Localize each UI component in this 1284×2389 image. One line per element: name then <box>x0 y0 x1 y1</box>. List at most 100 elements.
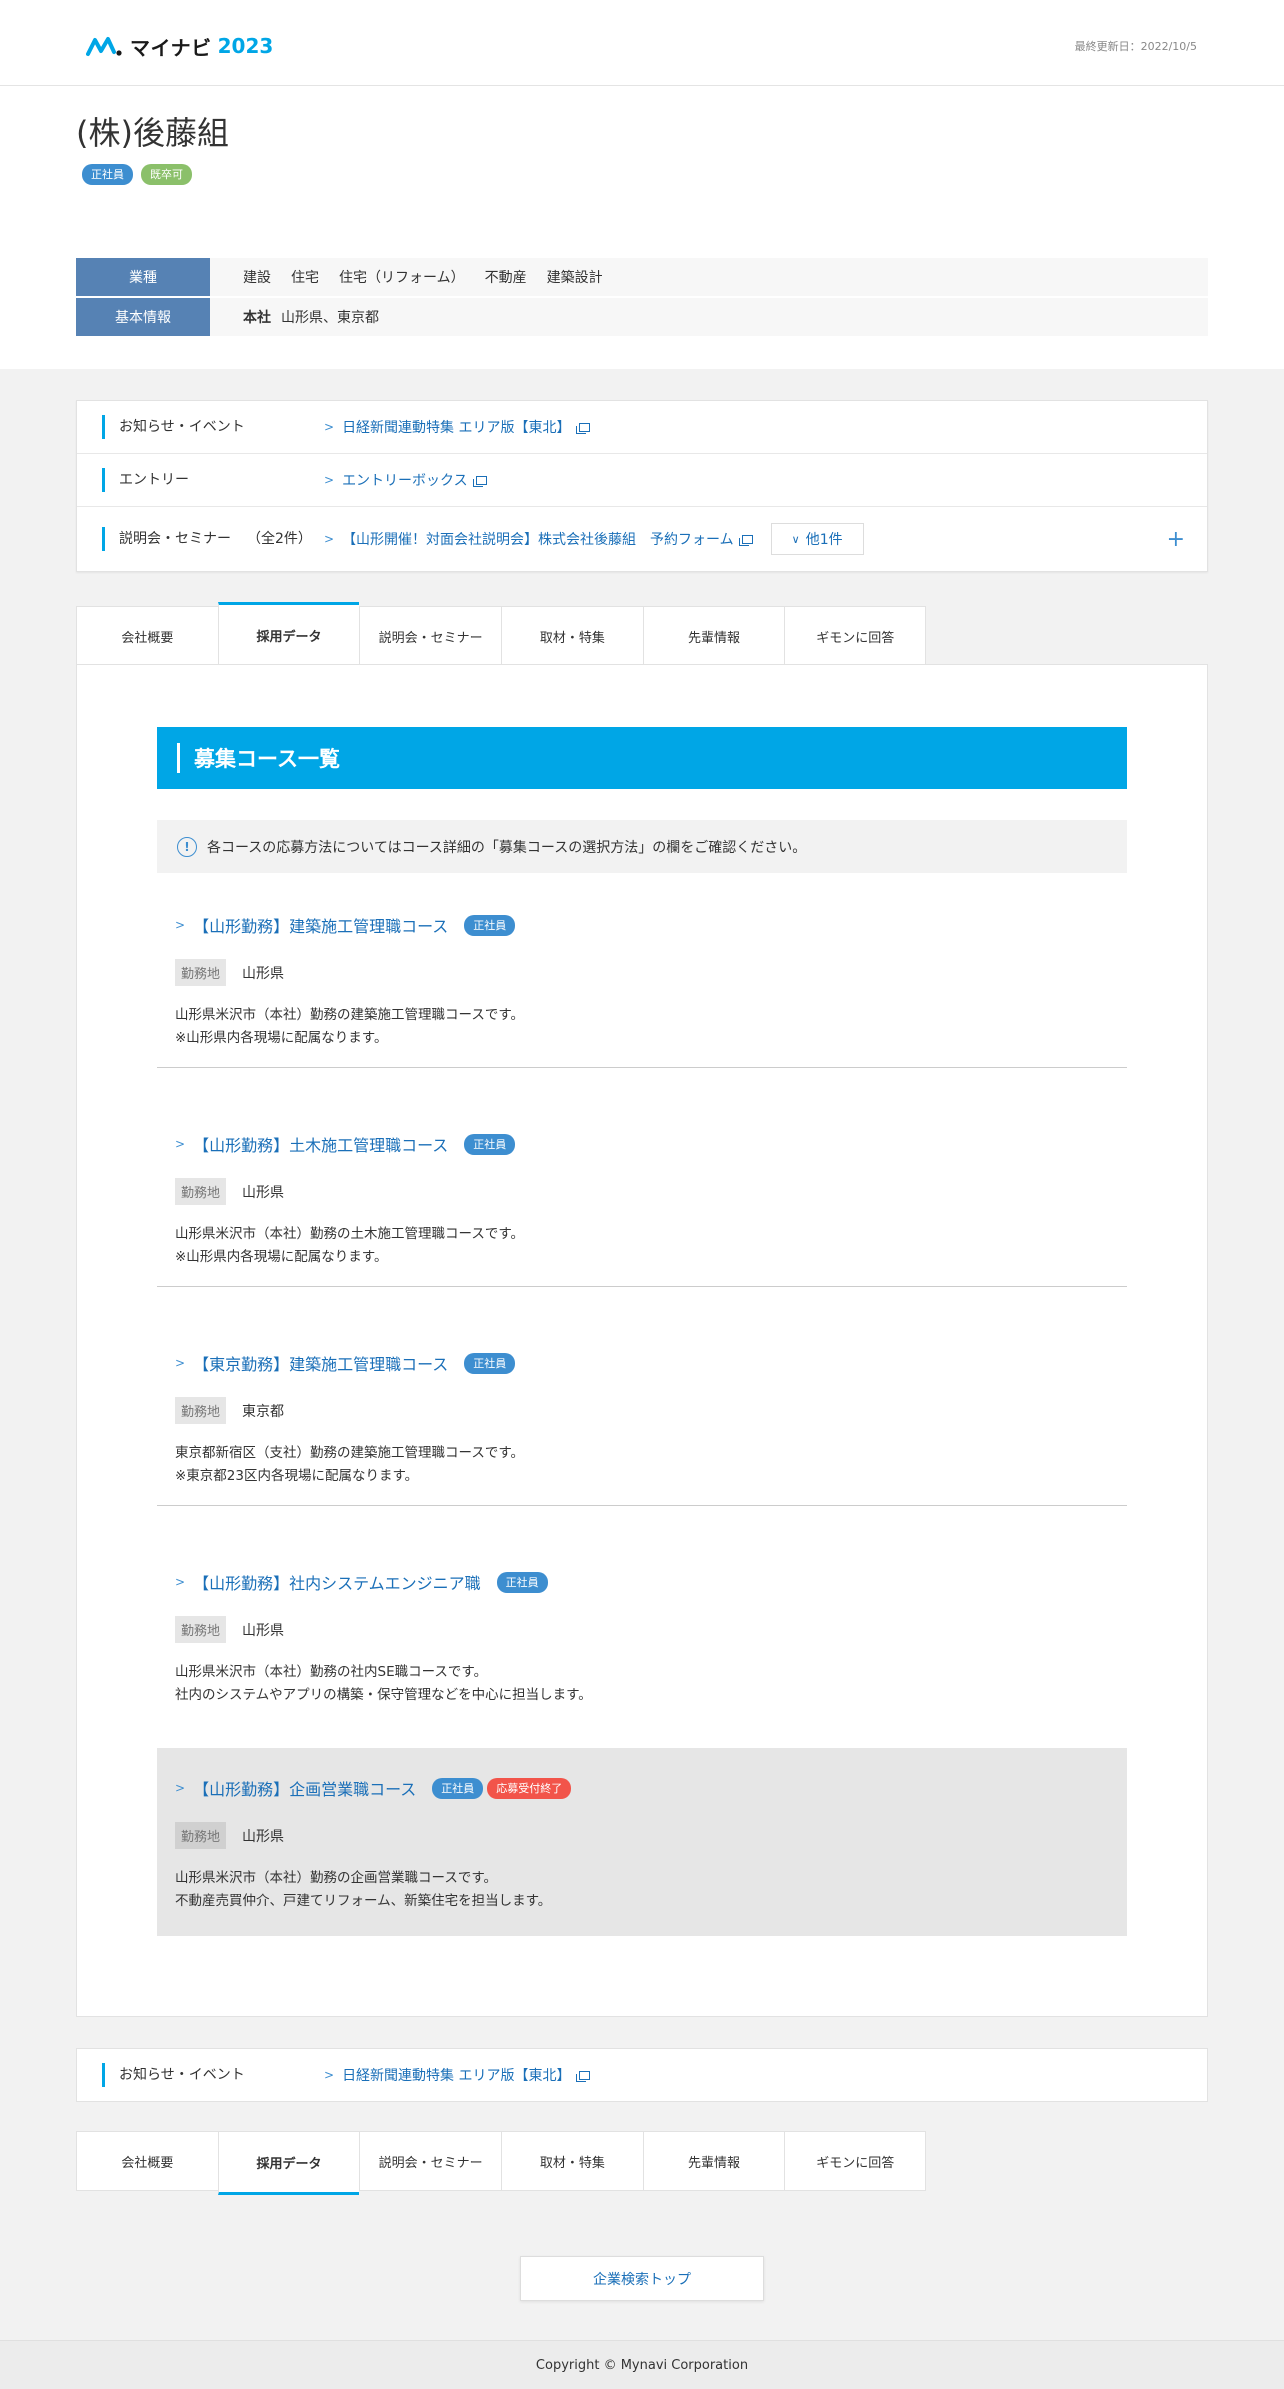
event-link[interactable]: > 日経新聞連動特集 エリア版【東北】 <box>324 417 590 437</box>
tag-fulltime: 正社員 <box>82 164 133 185</box>
event-link-bottom[interactable]: > 日経新聞連動特集 エリア版【東北】 <box>324 2065 590 2085</box>
more-seminars-button[interactable]: ∨ 他1件 <box>770 523 864 555</box>
tab-features[interactable]: 取材・特集 <box>501 2131 643 2191</box>
chevron-right-icon: > <box>175 1781 186 1795</box>
employment-badge: 正社員 <box>464 914 516 936</box>
course-desc-line: 山形県米沢市（本社）勤務の企画営業職コースです。 <box>175 1870 497 1886</box>
tab-bar-bottom: 会社概要 採用データ 説明会・セミナー 取材・特集 先輩情報 ギモンに回答 <box>76 2131 927 2195</box>
chevron-right-icon: > <box>324 420 335 434</box>
employment-badge: 正社員 <box>464 1133 516 1155</box>
tab-senior-info[interactable]: 先輩情報 <box>642 606 785 666</box>
tab-seminars[interactable]: 説明会・セミナー <box>359 2131 502 2191</box>
basic-info-label: 基本情報 <box>76 298 210 336</box>
notice-label: お知らせ・イベント <box>102 415 245 439</box>
location-label: 勤務地 <box>175 1822 227 1849</box>
headquarters-key: 本社 <box>243 310 271 326</box>
course-title-link[interactable]: > 【山形勤務】社内システムエンジニア職 正社員 <box>175 1570 1127 1594</box>
course-title: 【東京勤務】建築施工管理職コース <box>193 1355 449 1374</box>
section-note-text: 各コースの応募方法についてはコース詳細の「募集コースの選択方法」の欄をご確認くだ… <box>207 839 807 856</box>
course-title: 【山形勤務】社内システムエンジニア職 <box>193 1574 481 1593</box>
notice-box: お知らせ・イベント > 日経新聞連動特集 エリア版【東北】 エントリー > エン… <box>76 400 1208 572</box>
notice-label: 説明会・セミナー （全2件） <box>102 527 312 551</box>
tab-seminars[interactable]: 説明会・セミナー <box>359 606 502 666</box>
course-desc-line: 山形県米沢市（本社）勤務の建築施工管理職コースです。 <box>175 1007 524 1023</box>
course-location: 勤務地 山形県 <box>175 1178 1127 1205</box>
chevron-right-icon: > <box>324 2068 335 2082</box>
tab-senior-info[interactable]: 先輩情報 <box>642 2131 785 2191</box>
chevron-right-icon: > <box>324 473 335 487</box>
industry-label: 業種 <box>76 258 210 296</box>
entry-box-link[interactable]: > エントリーボックス <box>324 470 487 490</box>
course-item: > 【山形勤務】社内システムエンジニア職 正社員 勤務地 山形県 山形県米沢市（… <box>157 1570 1127 1725</box>
notice-row-event-bottom: お知らせ・イベント > 日経新聞連動特集 エリア版【東北】 <box>76 2048 1208 2102</box>
chevron-right-icon: > <box>175 918 186 932</box>
mynavi-logo[interactable]: マイナビ 2023 <box>86 32 273 60</box>
course-desc-line: 社内のシステムやアプリの構築・保守管理などを中心に担当します。 <box>175 1687 592 1703</box>
event-link-text: 日経新聞連動特集 エリア版【東北】 <box>342 420 571 436</box>
seminar-label: 説明会・セミナー <box>119 531 231 547</box>
course-title-link[interactable]: > 【山形勤務】建築施工管理職コース 正社員 <box>175 913 1127 937</box>
headquarters-value: 山形県、東京都 <box>281 310 379 326</box>
tab-recruitment-data[interactable]: 採用データ <box>217 602 360 666</box>
notice-row-entry: エントリー > エントリーボックス <box>77 454 1207 507</box>
course-description: 山形県米沢市（本社）勤務の企画営業職コースです。 不動産売買仲介、戸建てリフォー… <box>175 1867 1127 1913</box>
company-search-top-button[interactable]: 企業検索トップ <box>520 2256 764 2301</box>
tab-recruitment-data[interactable]: 採用データ <box>217 2131 360 2195</box>
chevron-right-icon: > <box>175 1575 186 1589</box>
company-tags: 正社員 既卒可 <box>82 164 192 185</box>
location-label: 勤務地 <box>175 959 227 986</box>
basic-info-row: 基本情報 本社 山形県、東京都 <box>76 298 1208 336</box>
course-title-link[interactable]: > 【東京勤務】建築施工管理職コース 正社員 <box>175 1351 1127 1375</box>
tag-graduates-ok: 既卒可 <box>141 164 192 185</box>
seminar-count: （全2件） <box>247 531 312 547</box>
seminar-link[interactable]: > 【山形開催！対面会社説明会】株式会社後藤組 予約フォーム <box>324 529 753 549</box>
logo-word: マイナビ <box>130 35 212 60</box>
course-title: 【山形勤務】建築施工管理職コース <box>193 917 449 936</box>
course-location: 勤務地 山形県 <box>175 1616 1127 1643</box>
course-desc-line: ※山形県内各現場に配属なります。 <box>175 1030 388 1046</box>
location-value: 山形県 <box>242 965 285 982</box>
notice-label: お知らせ・イベント <box>102 2063 245 2087</box>
course-desc-line: 不動産売買仲介、戸建てリフォーム、新築住宅を担当します。 <box>175 1893 552 1909</box>
course-description: 東京都新宿区（支社）勤務の建築施工管理職コースです。 ※東京都23区内各現場に配… <box>175 1442 1127 1488</box>
course-desc-line: 東京都新宿区（支社）勤務の建築施工管理職コースです。 <box>175 1445 524 1461</box>
course-item-closed: > 【山形勤務】企画営業職コース 正社員 応募受付終了 勤務地 山形県 山形県米… <box>157 1748 1127 1936</box>
industry-item: 不動産 <box>484 270 527 286</box>
tab-company-overview[interactable]: 会社概要 <box>76 2131 218 2191</box>
industry-item: 住宅（リフォーム） <box>339 270 465 286</box>
event-link-text: 日経新聞連動特集 エリア版【東北】 <box>342 2068 571 2084</box>
info-icon: ! <box>177 836 197 857</box>
tab-faq[interactable]: ギモンに回答 <box>784 606 927 666</box>
course-title-link[interactable]: > 【山形勤務】企画営業職コース 正社員 応募受付終了 <box>175 1776 1127 1800</box>
tab-features[interactable]: 取材・特集 <box>501 606 643 666</box>
location-value: 山形県 <box>242 1622 285 1639</box>
section-title: 募集コース一覧 <box>157 727 1127 789</box>
course-title: 【山形勤務】土木施工管理職コース <box>193 1136 449 1155</box>
course-location: 勤務地 山形県 <box>175 1822 1127 1849</box>
course-item: > 【東京勤務】建築施工管理職コース 正社員 勤務地 東京都 東京都新宿区（支社… <box>157 1351 1127 1506</box>
course-desc-line: ※山形県内各現場に配属なります。 <box>175 1249 388 1265</box>
closed-badge: 応募受付終了 <box>487 1777 572 1799</box>
entry-link-text: エントリーボックス <box>342 473 468 489</box>
course-title-link[interactable]: > 【山形勤務】土木施工管理職コース 正社員 <box>175 1132 1127 1156</box>
tab-faq[interactable]: ギモンに回答 <box>784 2131 927 2191</box>
copyright: Copyright © Mynavi Corporation <box>0 2340 1284 2389</box>
expand-plus-icon[interactable]: + <box>1167 527 1185 552</box>
company-summary: (株)後藤組 正社員 既卒可 業種 建設 住宅 住宅（リフォーム） 不動産 建築… <box>0 86 1284 369</box>
section-note: ! 各コースの応募方法についてはコース詳細の「募集コースの選択方法」の欄をご確認… <box>157 820 1127 873</box>
course-desc-line: 山形県米沢市（本社）勤務の社内SE職コースです。 <box>175 1664 488 1680</box>
location-label: 勤務地 <box>175 1178 227 1205</box>
industry-item: 建築設計 <box>546 270 603 286</box>
notice-label: エントリー <box>102 468 189 492</box>
company-name: (株)後藤組 <box>76 114 229 152</box>
course-desc-line: 山形県米沢市（本社）勤務の土木施工管理職コースです。 <box>175 1226 524 1242</box>
course-description: 山形県米沢市（本社）勤務の建築施工管理職コースです。 ※山形県内各現場に配属なり… <box>175 1004 1127 1050</box>
industry-item: 住宅 <box>291 270 319 286</box>
notice-row-seminar: 説明会・セミナー （全2件） > 【山形開催！対面会社説明会】株式会社後藤組 予約… <box>77 507 1207 571</box>
recruitment-panel: 募集コース一覧 ! 各コースの応募方法についてはコース詳細の「募集コースの選択方… <box>76 664 1208 2017</box>
mynavi-logo-icon <box>86 37 122 56</box>
seminar-link-group: > 【山形開催！対面会社説明会】株式会社後藤組 予約フォーム ∨ 他1件 <box>324 523 864 555</box>
external-link-icon <box>575 2070 590 2082</box>
tab-company-overview[interactable]: 会社概要 <box>76 606 218 666</box>
course-title: 【山形勤務】企画営業職コース <box>193 1780 417 1799</box>
